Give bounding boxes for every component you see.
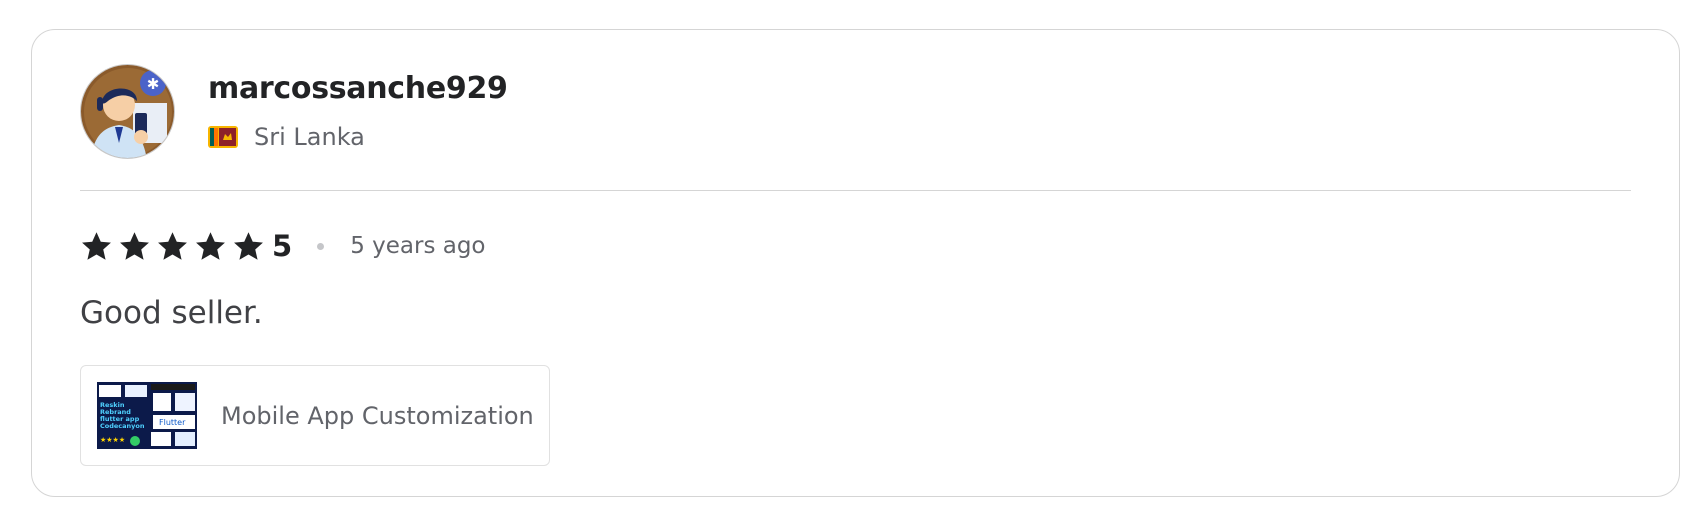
star-icon — [232, 230, 265, 263]
reviewer-info: marcossanche929 Sri Lanka — [208, 71, 508, 151]
svg-text:★★★★: ★★★★ — [100, 436, 125, 444]
header-divider — [80, 190, 1631, 191]
review-time: 5 years ago — [350, 233, 486, 259]
country-name: Sri Lanka — [254, 123, 365, 151]
review-card: ✱ marcossanche929 Sri Lanka 5 5 years ag… — [31, 29, 1680, 497]
svg-text:Codecanyon: Codecanyon — [100, 422, 145, 430]
gig-link[interactable]: Reskin Rebrand flutter app Codecanyon Fl… — [80, 365, 550, 466]
svg-text:✱: ✱ — [147, 75, 160, 93]
flag-sri-lanka-icon — [208, 126, 238, 148]
reviewer-header: ✱ marcossanche929 Sri Lanka — [80, 63, 508, 159]
star-icon — [118, 230, 151, 263]
star-rating — [80, 230, 270, 263]
avatar-illustration-icon: ✱ — [81, 64, 174, 158]
gig-title[interactable]: Mobile App Customization — [221, 402, 534, 430]
rating-value: 5 — [272, 229, 293, 263]
rating-row: 5 5 years ago — [80, 226, 486, 266]
separator-dot — [317, 242, 325, 250]
reviewer-username[interactable]: marcossanche929 — [208, 71, 508, 107]
reviewer-avatar[interactable]: ✱ — [80, 63, 175, 159]
star-icon — [80, 230, 113, 263]
star-icon — [156, 230, 189, 263]
gig-thumbnail: Reskin Rebrand flutter app Codecanyon Fl… — [97, 382, 197, 449]
reviewer-country: Sri Lanka — [208, 123, 508, 151]
review-text: Good seller. — [80, 295, 263, 331]
star-icon — [194, 230, 227, 263]
svg-text:Flutter: Flutter — [159, 418, 186, 427]
